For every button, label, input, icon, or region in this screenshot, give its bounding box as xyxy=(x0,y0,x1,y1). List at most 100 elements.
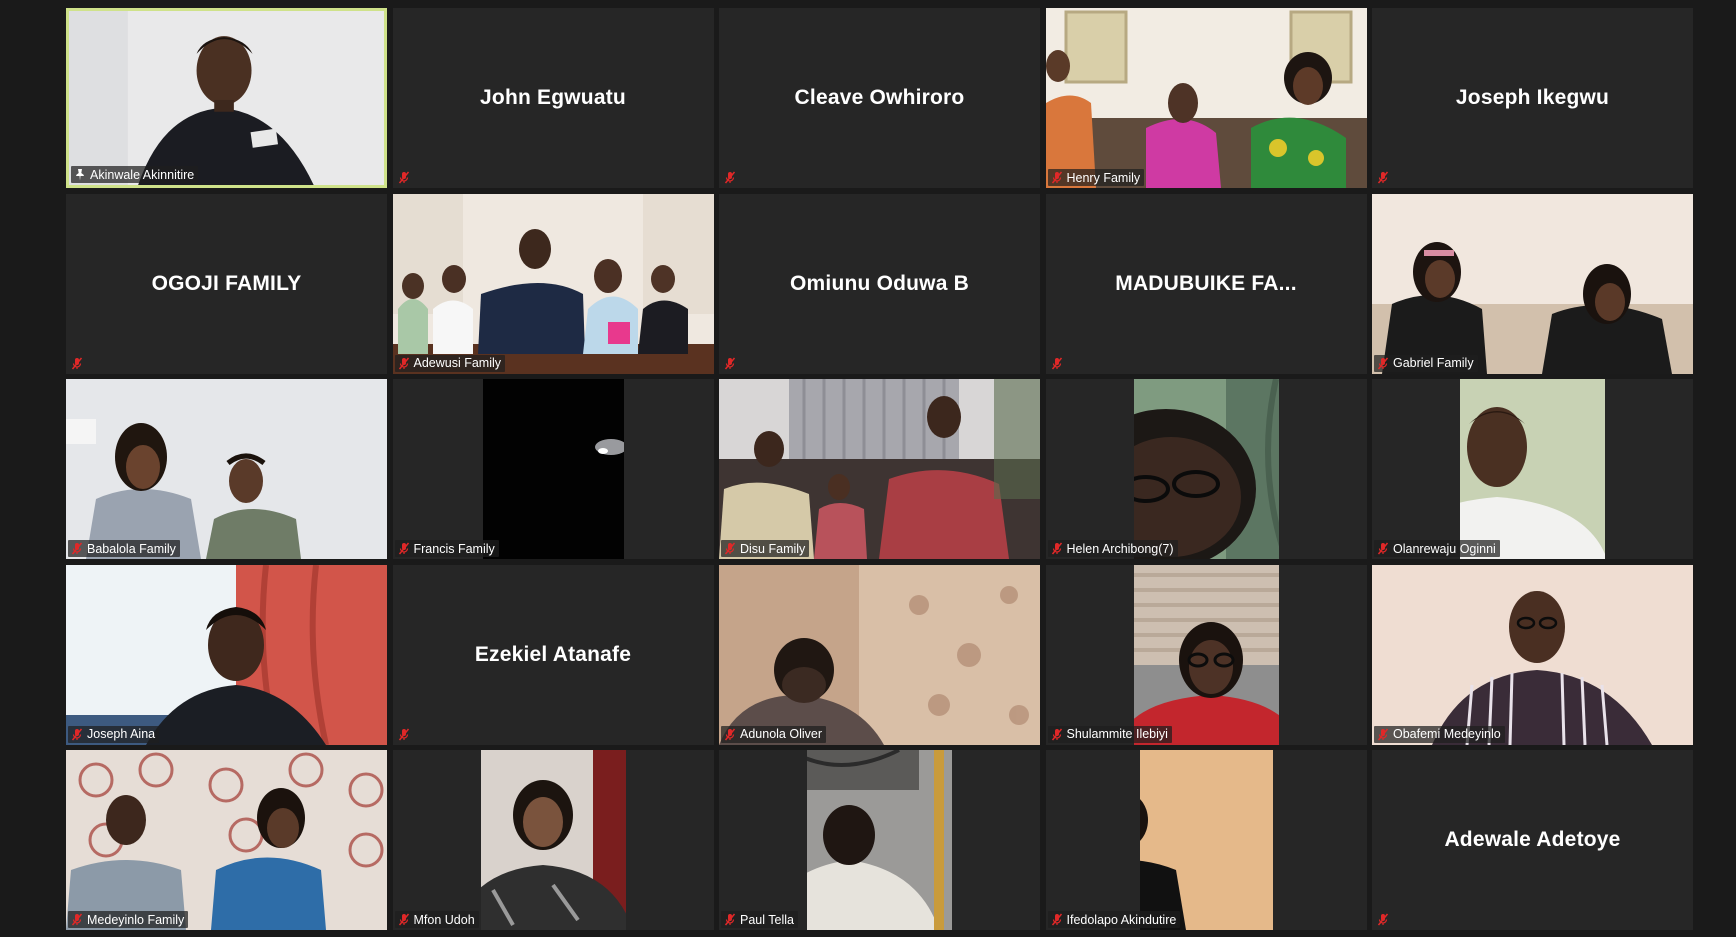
participant-tile[interactable]: Ezekiel Atanafe xyxy=(392,564,714,745)
muted-mic-icon xyxy=(71,542,83,555)
video-feed xyxy=(719,379,1040,559)
participant-name-text: Ifedolapo Akindutire xyxy=(1066,912,1177,927)
video-feed xyxy=(1133,379,1279,559)
participant-name-label: Medeyinlo Family xyxy=(68,911,189,928)
video-feed xyxy=(482,379,624,559)
video-feed xyxy=(66,564,387,745)
participant-tile[interactable]: Babalola Family xyxy=(66,379,387,559)
participant-display-name: Cleave Owhiroro xyxy=(794,86,965,109)
participant-name-text: Henry Family xyxy=(1066,170,1141,185)
participant-name-label: Henry Family xyxy=(1047,169,1145,186)
muted-mic-icon xyxy=(1377,357,1389,370)
muted-mic-icon xyxy=(71,913,83,926)
video-gallery-grid: Akinwale Akinnitire John Egwuatu Cleave Ow… xyxy=(66,8,1696,933)
participant-name-label: Shulammite Ilebiyi xyxy=(1047,725,1172,743)
muted-mic-icon xyxy=(1051,542,1063,555)
participant-tile[interactable]: Joseph Aina xyxy=(66,564,387,745)
participant-tile[interactable]: Gabriel Family xyxy=(1372,193,1693,374)
muted-mic-icon xyxy=(1377,728,1389,741)
participant-name-text: Akinwale Akinnitire xyxy=(90,167,195,182)
muted-mic-icon xyxy=(724,913,736,926)
participant-name-text: Medeyinlo Family xyxy=(87,912,185,927)
video-feed xyxy=(1372,564,1693,745)
muted-mic-icon xyxy=(398,357,410,370)
video-feed xyxy=(1460,379,1605,559)
participant-tile[interactable]: Ifedolapo Akindutire xyxy=(1045,750,1367,930)
participant-display-name: John Egwuatu xyxy=(480,86,626,109)
muted-mic-icon xyxy=(398,542,410,555)
participant-tile[interactable]: Omiunu Oduwa B xyxy=(719,193,1040,374)
video-feed xyxy=(392,193,714,374)
participant-tile[interactable]: Helen Archibong(7) xyxy=(1045,379,1367,559)
participant-tile[interactable]: Akinwale Akinnitire xyxy=(66,8,387,188)
participant-name-label: Adewusi Family xyxy=(394,354,506,372)
participant-name-label xyxy=(395,169,418,186)
participant-display-name: Ezekiel Atanafe xyxy=(474,642,632,666)
muted-mic-icon xyxy=(724,728,736,741)
participant-name-label: Ifedolapo Akindutire xyxy=(1047,911,1181,928)
participant-display-name: Adewale Adetoye xyxy=(1444,828,1621,851)
participant-tile[interactable]: MADUBUIKE FA... xyxy=(1045,193,1367,374)
participant-name-label: Olanrewaju Oginni xyxy=(1374,540,1500,557)
participant-tile[interactable]: OGOJI FAMILY xyxy=(66,193,387,374)
video-feed xyxy=(66,750,387,930)
muted-mic-icon xyxy=(398,728,410,741)
participant-name-label xyxy=(395,726,418,743)
participant-name-text: Joseph Aina xyxy=(87,727,156,741)
participant-name-label xyxy=(1048,355,1071,372)
participant-name-text: Helen Archibong(7) xyxy=(1066,541,1174,556)
participant-tile[interactable]: Shulammite Ilebiyi xyxy=(1045,564,1367,745)
participant-tile[interactable]: Adewale Adetoye xyxy=(1372,750,1693,930)
participant-name-label: Francis Family xyxy=(394,540,499,557)
participant-tile[interactable]: Cleave Owhiroro xyxy=(719,8,1040,188)
pin-icon xyxy=(74,168,86,181)
participant-tile[interactable]: Adewusi Family xyxy=(392,193,714,374)
participant-display-name: MADUBUIKE FA... xyxy=(1115,271,1297,295)
participant-tile[interactable]: Disu Family xyxy=(719,379,1040,559)
video-feed xyxy=(1372,193,1693,374)
participant-name-text: Mfon Udoh xyxy=(413,912,475,927)
participant-tile[interactable]: Henry Family xyxy=(1045,8,1367,188)
muted-mic-icon xyxy=(1377,542,1389,555)
participant-name-text: Disu Family xyxy=(740,541,806,556)
participant-name-label: Paul Tella xyxy=(721,911,798,928)
participant-name-label: Disu Family xyxy=(721,540,810,557)
participant-name-text: Olanrewaju Oginni xyxy=(1393,541,1496,556)
muted-mic-icon xyxy=(724,542,736,555)
participant-tile[interactable]: Francis Family xyxy=(392,379,714,559)
participant-name-label xyxy=(68,355,91,372)
participant-name-label: Akinwale Akinnitire xyxy=(71,166,199,183)
muted-mic-icon xyxy=(724,357,736,370)
participant-name-text: Adewusi Family xyxy=(413,356,502,370)
participant-display-name: Joseph Ikegwu xyxy=(1455,86,1610,109)
participant-name-label: Mfon Udoh xyxy=(394,911,479,928)
video-feed xyxy=(66,379,387,559)
participant-tile[interactable]: Adunola Oliver xyxy=(719,564,1040,745)
participant-tile[interactable]: Olanrewaju Oginni xyxy=(1372,379,1693,559)
video-feed xyxy=(807,750,952,930)
participant-name-label xyxy=(1374,169,1397,186)
muted-mic-icon xyxy=(1051,171,1063,184)
participant-tile[interactable]: Obafemi Medeyinlo xyxy=(1372,564,1693,745)
video-feed xyxy=(69,11,384,185)
participant-tile[interactable]: John Egwuatu xyxy=(392,8,714,188)
participant-name-text: Francis Family xyxy=(413,541,495,556)
muted-mic-icon xyxy=(1377,171,1389,184)
participant-name-text: Adunola Oliver xyxy=(740,727,822,741)
participant-tile[interactable]: Mfon Udoh xyxy=(392,750,714,930)
muted-mic-icon xyxy=(398,913,410,926)
video-feed xyxy=(719,564,1040,745)
participant-name-label: Babalola Family xyxy=(68,540,180,557)
video-feed xyxy=(480,750,626,930)
muted-mic-icon xyxy=(1051,913,1063,926)
participant-name-text: Gabriel Family xyxy=(1393,356,1474,370)
muted-mic-icon xyxy=(398,171,410,184)
muted-mic-icon xyxy=(71,728,83,741)
participant-tile[interactable]: Joseph Ikegwu xyxy=(1372,8,1693,188)
participant-tile[interactable]: Paul Tella xyxy=(719,750,1040,930)
participant-name-label: Joseph Aina xyxy=(68,725,160,743)
participant-tile[interactable]: Medeyinlo Family xyxy=(66,750,387,930)
participant-name-text: Babalola Family xyxy=(87,541,176,556)
participant-name-text: Obafemi Medeyinlo xyxy=(1393,727,1501,741)
participant-name-label xyxy=(721,355,744,372)
